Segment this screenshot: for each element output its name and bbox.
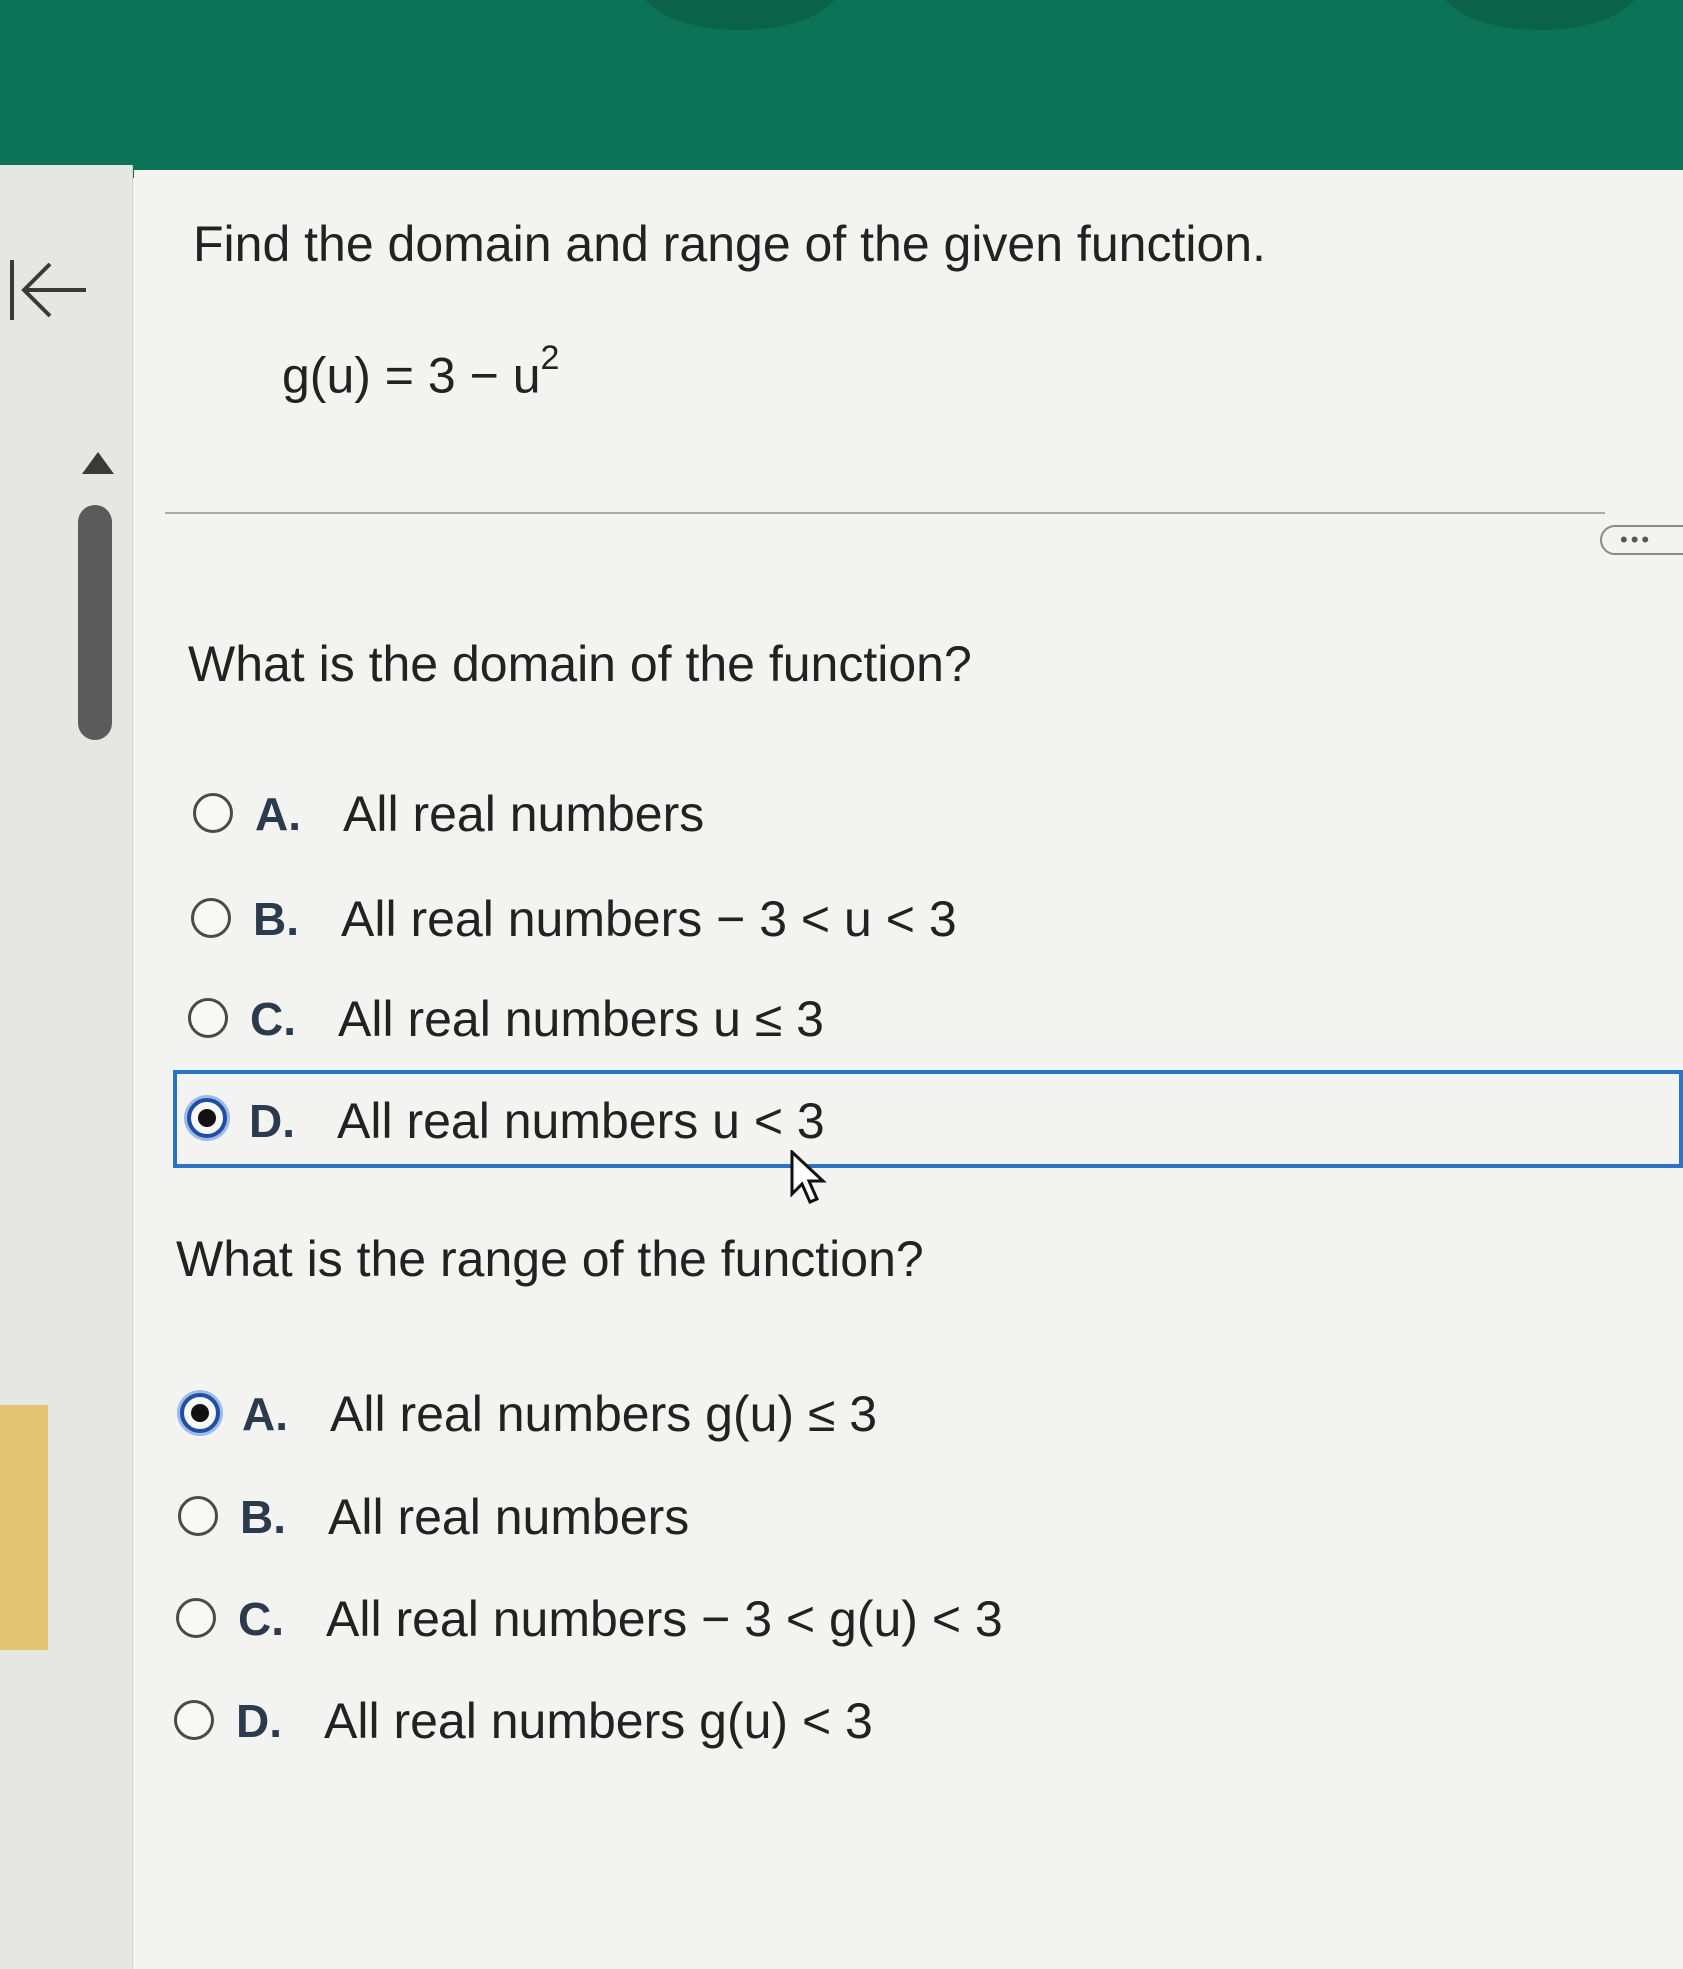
choice-text: All real numbers <box>343 786 705 842</box>
side-marker <box>0 1405 48 1650</box>
choice-letter: A. <box>242 1388 288 1440</box>
radio-button-selected[interactable] <box>187 1098 227 1138</box>
collapse-panel-button[interactable] <box>8 250 88 330</box>
choice-text: All real numbers u ≤ 3 <box>338 991 824 1047</box>
radio-button[interactable] <box>193 793 233 833</box>
function-base: g(u) = 3 − u <box>282 347 541 404</box>
banner-decoration <box>640 0 840 30</box>
choice-letter: A. <box>255 788 301 840</box>
range-choice-b[interactable]: B. All real numbers <box>168 1478 1568 1558</box>
domain-choice-a[interactable]: A. All real numbers <box>183 775 1583 855</box>
choice-letter: D. <box>236 1695 282 1747</box>
arrow-left-to-bar-icon <box>10 260 86 320</box>
radio-button[interactable] <box>191 898 231 938</box>
radio-button[interactable] <box>178 1496 218 1536</box>
radio-button[interactable] <box>174 1700 214 1740</box>
choice-letter: B. <box>240 1491 286 1543</box>
choice-letter: C. <box>250 993 296 1045</box>
banner-decoration <box>1440 0 1640 30</box>
choice-text: All real numbers u < 3 <box>337 1093 825 1149</box>
domain-choice-c[interactable]: C. All real numbers u ≤ 3 <box>178 980 1578 1060</box>
range-question-label: What is the range of the function? <box>176 1231 924 1287</box>
choice-text: All real numbers − 3 < u < 3 <box>341 891 957 947</box>
divider <box>165 512 1605 514</box>
domain-question-label: What is the domain of the function? <box>188 636 972 692</box>
domain-choice-d[interactable]: D. All real numbers u < 3 <box>173 1070 1683 1168</box>
left-rail <box>0 165 133 1969</box>
radio-button[interactable] <box>188 998 228 1038</box>
function-exponent: 2 <box>540 339 560 377</box>
radio-button[interactable] <box>176 1598 216 1638</box>
range-choice-c[interactable]: C. All real numbers − 3 < g(u) < 3 <box>166 1580 1566 1660</box>
range-choice-d[interactable]: D. All real numbers g(u) < 3 <box>164 1682 1564 1762</box>
more-options-button[interactable]: ••• <box>1600 525 1683 555</box>
choice-letter: B. <box>253 893 299 945</box>
choice-text: All real numbers <box>328 1489 690 1545</box>
question-title: Find the domain and range of the given f… <box>193 216 1266 272</box>
mouse-pointer-icon <box>790 1150 827 1204</box>
choice-text: All real numbers g(u) ≤ 3 <box>330 1386 878 1442</box>
function-expression: g(u) = 3 − u2 <box>282 339 559 405</box>
range-choice-a[interactable]: A. All real numbers g(u) ≤ 3 <box>170 1375 1570 1455</box>
top-banner <box>0 0 1683 178</box>
domain-choice-b[interactable]: B. All real numbers − 3 < u < 3 <box>181 880 1581 960</box>
triangle-up-icon[interactable] <box>82 452 114 474</box>
choice-letter: C. <box>238 1593 284 1645</box>
choice-text: All real numbers − 3 < g(u) < 3 <box>326 1591 1003 1647</box>
radio-button-selected[interactable] <box>180 1393 220 1433</box>
choice-text: All real numbers g(u) < 3 <box>324 1693 873 1749</box>
scrollbar-thumb[interactable] <box>78 505 112 740</box>
choice-letter: D. <box>249 1095 295 1147</box>
